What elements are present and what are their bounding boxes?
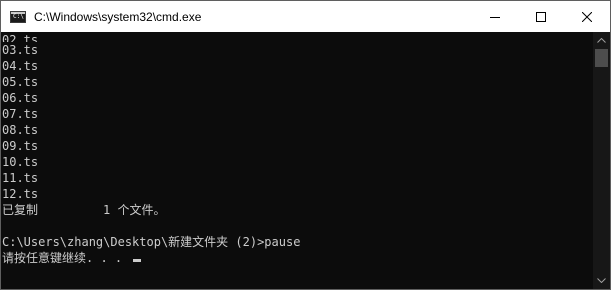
- console-line: C:\Users\zhang\Desktop\新建文件夹 (2)>pause: [2, 235, 301, 249]
- console-line: 07.ts: [2, 107, 39, 121]
- console-line: 05.ts: [2, 75, 39, 89]
- console-line: 已复制 1 个文件。: [2, 203, 166, 217]
- console-line: 09.ts: [2, 139, 39, 153]
- console-line: 11.ts: [2, 171, 39, 185]
- console-prompt-text: 请按任意键继续. . .: [2, 251, 130, 265]
- console-output[interactable]: 02.ts 03.ts 04.ts 05.ts 06.ts 07.ts 08.t…: [1, 32, 593, 289]
- cmd-window: C:\ C:\Windows\system32\cmd.exe 02.ts 03…: [0, 0, 611, 290]
- console-line: 06.ts: [2, 91, 39, 105]
- title-bar[interactable]: C:\ C:\Windows\system32\cmd.exe: [1, 1, 610, 32]
- console-line: 02.ts: [2, 33, 39, 42]
- minimize-icon: [490, 16, 500, 18]
- console-prompt-line: 请按任意键继续. . .: [2, 250, 593, 266]
- cmd-app-icon[interactable]: C:\: [10, 10, 26, 23]
- close-button[interactable]: [564, 1, 610, 32]
- scroll-down-button[interactable]: [593, 272, 610, 289]
- console-line: 10.ts: [2, 155, 39, 169]
- console-line: 12.ts: [2, 187, 39, 201]
- app-icon-text: C:\: [13, 12, 24, 20]
- console-line: 08.ts: [2, 123, 39, 137]
- console-line: 03.ts: [2, 43, 39, 57]
- chevron-down-icon: [597, 278, 606, 283]
- maximize-icon: [536, 11, 546, 22]
- chevron-up-icon: [597, 38, 606, 43]
- vertical-scrollbar[interactable]: [593, 32, 610, 289]
- maximize-button[interactable]: [518, 1, 564, 32]
- scroll-up-button[interactable]: [593, 32, 610, 49]
- window-title: C:\Windows\system32\cmd.exe: [34, 9, 202, 24]
- text-cursor: [133, 259, 142, 262]
- scroll-thumb[interactable]: [595, 49, 608, 67]
- window-controls: [472, 1, 610, 32]
- minimize-button[interactable]: [472, 1, 518, 32]
- console-line: 04.ts: [2, 59, 39, 73]
- close-icon: [582, 11, 592, 22]
